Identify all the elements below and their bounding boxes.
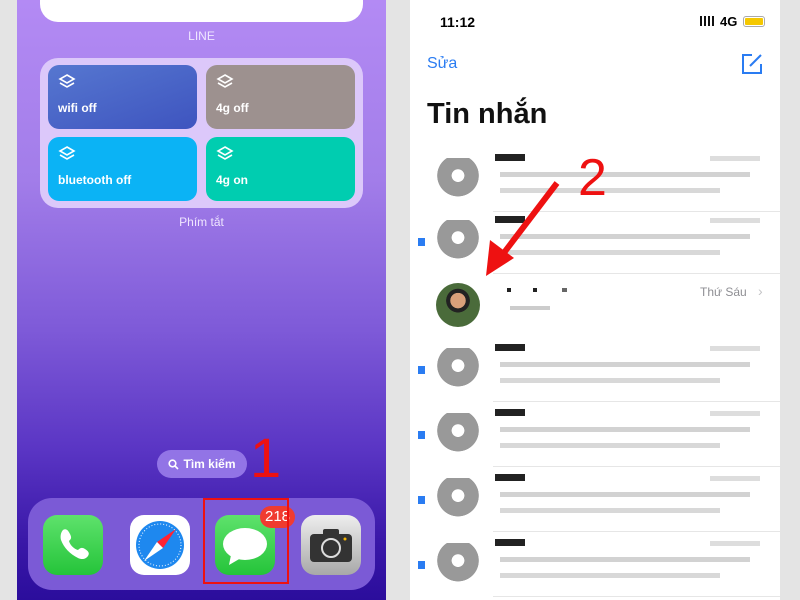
layers-icon — [216, 146, 234, 160]
shortcut-wifi-off[interactable]: wifi off — [48, 65, 197, 129]
compass-icon — [136, 521, 184, 569]
dock: 218 — [28, 498, 375, 590]
shortcuts-widget-label: Phím tắt — [179, 215, 224, 229]
phone-icon — [60, 529, 89, 560]
safari-app[interactable] — [130, 515, 190, 575]
highlight-box — [203, 498, 289, 584]
layers-icon — [58, 74, 76, 88]
camera-app[interactable] — [301, 515, 361, 575]
phone-app[interactable] — [43, 515, 103, 575]
step-marker-2: 2 — [578, 149, 607, 207]
step-marker-1: 1 — [250, 426, 282, 489]
line-widget[interactable] — [40, 0, 363, 22]
camera-icon — [310, 529, 352, 562]
messages-screen: 11:12 4G Sửa Tin nhắn Thứ Sáu › 2 — [410, 0, 780, 600]
shortcut-4g-off[interactable]: 4g off — [206, 65, 355, 129]
tile-label: 4g on — [216, 173, 248, 187]
search-button[interactable]: Tìm kiếm — [157, 450, 247, 478]
tile-label: bluetooth off — [58, 173, 132, 187]
annotation-arrow — [486, 181, 560, 276]
tile-label: 4g off — [216, 101, 249, 115]
search-icon — [168, 458, 180, 470]
tile-label: wifi off — [58, 101, 97, 115]
search-label: Tìm kiếm — [183, 457, 236, 471]
layers-icon — [216, 74, 234, 88]
line-widget-label: LINE — [188, 29, 215, 43]
shortcuts-widget: wifi off 4g off bluetooth off 4g on — [40, 58, 363, 208]
home-screen: LINE wifi off 4g off bluetooth off 4g on… — [17, 0, 386, 600]
shortcut-bluetooth-off[interactable]: bluetooth off — [48, 137, 197, 201]
layers-icon — [58, 146, 76, 160]
shortcut-4g-on[interactable]: 4g on — [206, 137, 355, 201]
